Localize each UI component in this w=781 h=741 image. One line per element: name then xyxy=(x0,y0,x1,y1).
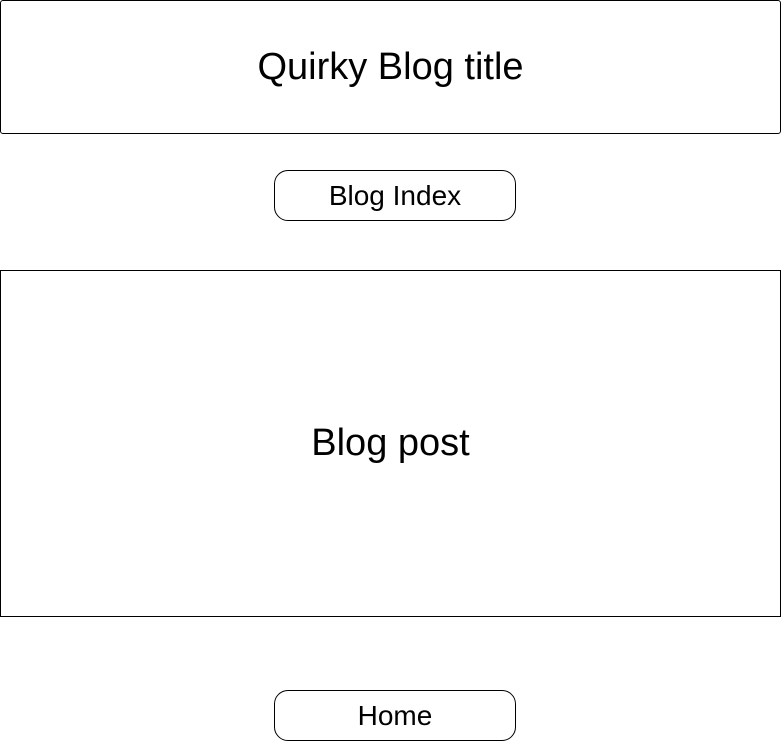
blog-title-header: Quirky Blog title xyxy=(0,0,781,134)
blog-post-area: Blog post xyxy=(0,270,781,617)
blog-title-text: Quirky Blog title xyxy=(257,45,524,88)
home-button[interactable]: Home xyxy=(274,690,516,741)
home-button-label: Home xyxy=(357,699,433,731)
blog-index-label: Blog Index xyxy=(328,179,462,211)
blog-post-text: Blog post xyxy=(311,422,470,464)
blog-index-button[interactable]: Blog Index xyxy=(274,170,516,221)
